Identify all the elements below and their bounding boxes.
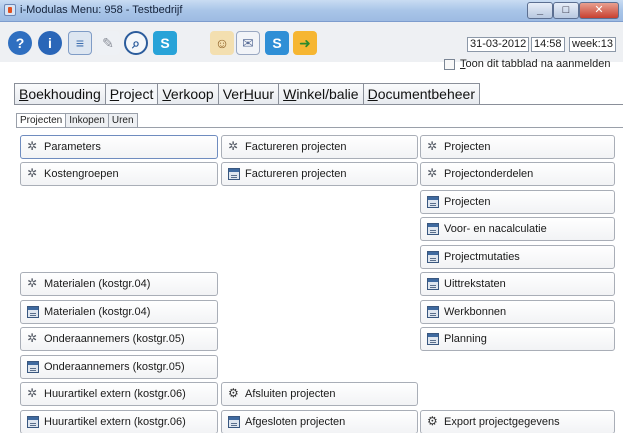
form-icon [427, 196, 439, 208]
gear-icon [427, 139, 439, 153]
close-button[interactable]: ✕ [579, 2, 619, 19]
voor-nacalculatie-button[interactable]: Voor- en nacalculatie [420, 217, 615, 241]
cog-icon [427, 414, 439, 428]
cog-icon [228, 386, 240, 400]
info-icon[interactable]: i [38, 31, 62, 55]
help-icon[interactable]: ? [8, 31, 32, 55]
form-icon [427, 278, 439, 290]
gear-icon [27, 276, 39, 290]
week-field: week:13 [569, 37, 616, 52]
tab-project[interactable]: Project [104, 83, 158, 105]
java-app-icon [4, 4, 16, 16]
form-icon [228, 416, 240, 428]
afgesloten-projecten-button[interactable]: Afgesloten projecten [221, 410, 418, 433]
tab-inkopen[interactable]: Inkopen [65, 113, 108, 128]
form-icon [427, 251, 439, 263]
sub-tab-divider [16, 127, 623, 128]
printer-icon[interactable]: ≡ [68, 31, 92, 55]
gear-icon [27, 166, 39, 180]
projectmutaties-button[interactable]: Projectmutaties [420, 245, 615, 269]
factureren-settings-button[interactable]: Factureren projecten [221, 135, 418, 159]
show-tab-checkbox[interactable] [444, 58, 455, 70]
minimize-button[interactable]: _ [527, 2, 553, 19]
tools-icon[interactable]: ✎ [96, 31, 120, 55]
form-icon [427, 306, 439, 318]
gear-icon [228, 139, 240, 153]
tab-uren[interactable]: Uren [107, 113, 138, 128]
close-icon: ✕ [594, 4, 604, 16]
tab-verkoop[interactable]: Verkoop [157, 83, 218, 105]
date-field: 31-03-2012 [467, 37, 530, 52]
werkbonnen-button[interactable]: Werkbonnen [420, 300, 615, 324]
onderaannemers-form-button[interactable]: Onderaannemers (kostgr.05) [20, 355, 218, 379]
materialen-settings-button[interactable]: Materialen (kostgr.04) [20, 272, 218, 296]
mail-icon[interactable]: ✉ [236, 31, 260, 55]
sub-tab-bar: Projecten Inkopen Uren [16, 113, 138, 128]
form-icon [27, 416, 39, 428]
afsluiten-projecten-button[interactable]: Afsluiten projecten [221, 382, 418, 406]
form-icon [427, 223, 439, 235]
maximize-icon: □ [562, 4, 570, 16]
toolbar: ? i ≡ ✎ ⌕ S ☺ ✉ S ➜ 31-03-2012 14:58 wee… [0, 22, 623, 62]
show-tab-checkbox-row[interactable]: Toon dit tabblad na aanmelden [444, 58, 610, 70]
tab-boekhouding[interactable]: Boekhouding [14, 83, 105, 105]
title-bar: i-Modulas Menu: 958 - Testbedrijf _ □ ✕ [0, 0, 623, 22]
search-icon[interactable]: ⌕ [124, 31, 148, 55]
show-tab-checkbox-label: Toon dit tabblad na aanmelden [460, 58, 611, 70]
gear-icon [427, 166, 439, 180]
main-tab-bar: Boekhouding Project Verkoop VerHuur Wink… [14, 83, 480, 105]
tab-projecten[interactable]: Projecten [16, 113, 66, 128]
projecten-settings-button[interactable]: Projecten [420, 135, 615, 159]
gear-icon [27, 139, 39, 153]
export-projectgegevens-button[interactable]: Export projectgegevens [420, 410, 615, 433]
main-tab-divider [14, 104, 623, 105]
tab-winkel-balie[interactable]: Winkel/balie [278, 83, 363, 105]
form-icon [228, 168, 240, 180]
uittrekstaten-button[interactable]: Uittrekstaten [420, 272, 615, 296]
planning-button[interactable]: Planning [420, 327, 615, 351]
factureren-form-button[interactable]: Factureren projecten [221, 162, 418, 186]
skype-icon[interactable]: S [153, 31, 177, 55]
gear-icon [27, 386, 39, 400]
form-icon [27, 361, 39, 373]
tab-documentbeheer[interactable]: Documentbeheer [362, 83, 480, 105]
projecten-form-button[interactable]: Projecten [420, 190, 615, 214]
maximize-button[interactable]: □ [553, 2, 579, 19]
gear-icon [27, 331, 39, 345]
skype-square-icon[interactable]: S [265, 31, 289, 55]
huurartikel-extern-form-button[interactable]: Huurartikel extern (kostgr.06) [20, 410, 218, 433]
time-field: 14:58 [531, 37, 565, 52]
form-icon [427, 333, 439, 345]
onderaannemers-settings-button[interactable]: Onderaannemers (kostgr.05) [20, 327, 218, 351]
projectonderdelen-button[interactable]: Projectonderdelen [420, 162, 615, 186]
form-icon [27, 306, 39, 318]
huurartikel-extern-settings-button[interactable]: Huurartikel extern (kostgr.06) [20, 382, 218, 406]
user-icon[interactable]: ☺ [210, 31, 234, 55]
window-title: i-Modulas Menu: 958 - Testbedrijf [20, 4, 183, 16]
minimize-icon: _ [536, 4, 544, 16]
kostengroepen-button[interactable]: Kostengroepen [20, 162, 218, 186]
exit-icon[interactable]: ➜ [293, 31, 317, 55]
materialen-form-button[interactable]: Materialen (kostgr.04) [20, 300, 218, 324]
parameters-button[interactable]: Parameters [20, 135, 218, 159]
tab-verhuur[interactable]: VerHuur [217, 83, 279, 105]
